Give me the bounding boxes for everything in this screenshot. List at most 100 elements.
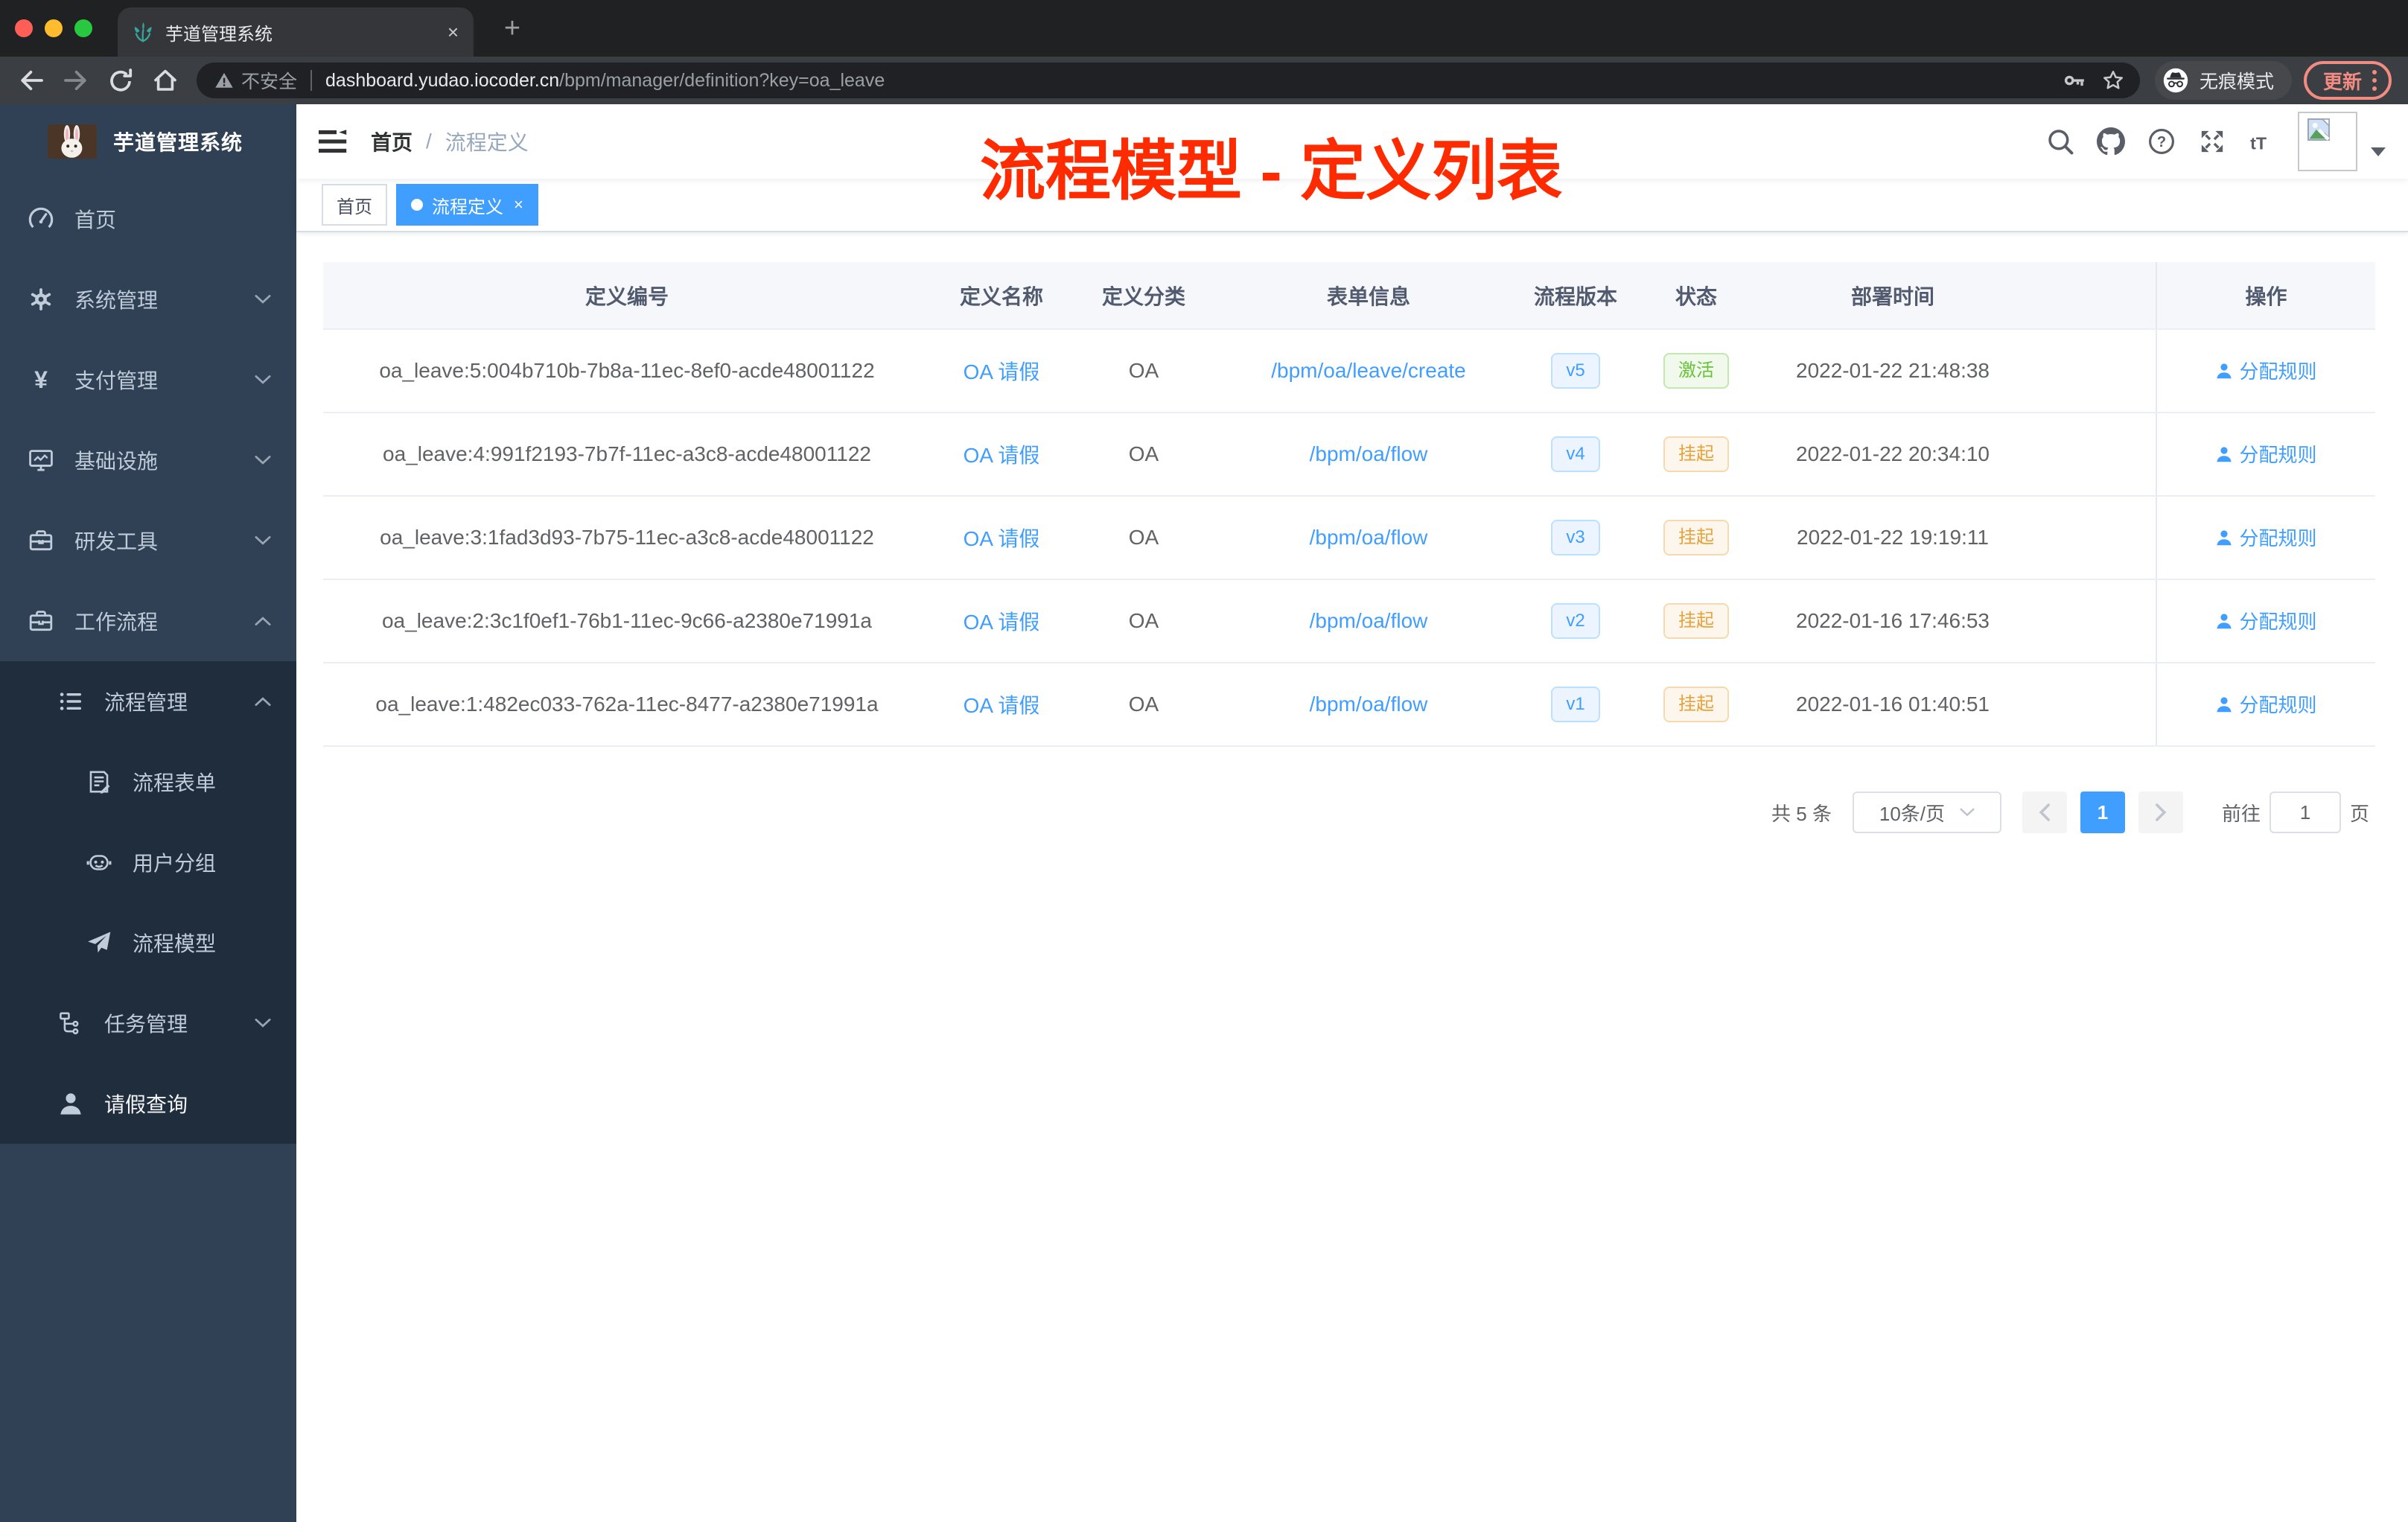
sidebar-item-user[interactable]: 请假查询	[0, 1063, 296, 1144]
sidebar-item-send[interactable]: 流程模型	[0, 902, 296, 983]
github-icon[interactable]	[2097, 127, 2125, 156]
app-title: 芋道管理系统	[113, 131, 243, 154]
cell-category: OA	[1072, 329, 1215, 413]
sidebar-item-monitor[interactable]: 基础设施	[0, 420, 296, 500]
home-icon[interactable]	[152, 67, 179, 94]
tag-close-icon[interactable]: ×	[514, 195, 523, 214]
cell-filler	[2022, 579, 2156, 663]
logo-rabbit-image	[48, 124, 97, 159]
back-icon[interactable]	[18, 67, 45, 94]
user-icon	[58, 1091, 83, 1116]
breadcrumb-home[interactable]: 首页	[371, 127, 413, 156]
col-header-3: 表单信息	[1215, 262, 1522, 330]
cell-deploy-time: 2022-01-16 01:40:51	[1763, 663, 2022, 747]
form-link[interactable]: /bpm/oa/flow	[1310, 692, 1428, 716]
sidebar-item-dashboard[interactable]: 首页	[0, 179, 296, 259]
col-header-4: 流程版本	[1522, 262, 1629, 330]
browser-update-button[interactable]: 更新	[2303, 61, 2392, 100]
assign-rule-button[interactable]: 分配规则	[2215, 357, 2317, 384]
security-warning-icon[interactable]	[214, 71, 234, 90]
url-path[interactable]: /bpm/manager/definition?key=oa_leave	[559, 70, 2048, 92]
toolbox-icon	[28, 528, 54, 553]
goto-page-input[interactable]	[2269, 792, 2341, 833]
sidebar-item-toolbox[interactable]: 研发工具	[0, 500, 296, 581]
browser-tab[interactable]: 芋道管理系统 ×	[118, 7, 474, 57]
prev-page-button[interactable]	[2022, 792, 2067, 833]
cell-definition-id: oa_leave:4:991f2193-7b7f-11ec-a3c8-acde4…	[323, 413, 931, 497]
browser-menu-icon[interactable]	[2372, 70, 2377, 91]
fullscreen-icon[interactable]	[2198, 127, 2226, 156]
sidebar-collapse-icon[interactable]	[319, 129, 347, 154]
form-link[interactable]: /bpm/oa/leave/create	[1271, 359, 1466, 382]
current-page-button[interactable]: 1	[2080, 792, 2125, 833]
form-link[interactable]: /bpm/oa/flow	[1310, 609, 1428, 632]
maximize-window-button[interactable]	[74, 19, 92, 37]
chevron-down-icon	[255, 375, 271, 385]
close-window-button[interactable]	[15, 19, 33, 37]
view-tag-0[interactable]: 首页	[322, 184, 387, 226]
url-bar[interactable]: 不安全 dashboard.yudao.iocoder.cn /bpm/mana…	[197, 63, 2140, 98]
broken-image-icon	[2307, 118, 2330, 141]
definition-name-link[interactable]: OA 请假	[963, 527, 1040, 550]
sidebar-item-list[interactable]: 流程管理	[0, 661, 296, 742]
navbar-actions: ? tT	[2024, 112, 2386, 171]
assign-rule-button[interactable]: 分配规则	[2215, 523, 2317, 551]
table-body: oa_leave:5:004b710b-7b8a-11ec-8ef0-acde4…	[323, 329, 2375, 747]
tab-close-icon[interactable]: ×	[447, 21, 459, 44]
form-link[interactable]: /bpm/oa/flow	[1310, 526, 1428, 549]
cell-definition-id: oa_leave:5:004b710b-7b8a-11ec-8ef0-acde4…	[323, 329, 931, 413]
reload-icon[interactable]	[107, 67, 134, 94]
sidebar-item-form[interactable]: 流程表单	[0, 742, 296, 822]
cell-filler	[2022, 496, 2156, 580]
help-icon[interactable]: ?	[2147, 127, 2176, 156]
assign-rule-button[interactable]: 分配规则	[2215, 440, 2317, 468]
view-tag-1[interactable]: 流程定义 ×	[396, 184, 538, 226]
definition-name-link[interactable]: OA 请假	[963, 694, 1040, 717]
window-controls[interactable]	[15, 19, 92, 37]
col-header-1: 定义名称	[931, 262, 1072, 330]
briefcase-icon	[28, 608, 54, 634]
dashboard-icon	[28, 206, 54, 232]
col-header-5: 状态	[1629, 262, 1763, 330]
page-unit-label: 页	[2349, 802, 2369, 825]
assign-rule-button[interactable]: 分配规则	[2215, 690, 2317, 718]
sidebar: 芋道管理系统 首页 系统管理 ¥ 支付管理 基础设施 研发工具 工作流程 流程管理 流程表单 用户…	[0, 104, 296, 1522]
sidebar-item-tree[interactable]: 任务管理	[0, 983, 296, 1063]
forward-icon[interactable]	[63, 67, 89, 94]
table-row: oa_leave:2:3c1f0ef1-76b1-11ec-9c66-a2380…	[323, 579, 2375, 663]
definition-name-link[interactable]: OA 请假	[963, 611, 1040, 634]
page-size-select[interactable]: 10条/页	[1852, 792, 2001, 833]
list-icon	[58, 689, 83, 714]
cell-definition-id: oa_leave:2:3c1f0ef1-76b1-11ec-9c66-a2380…	[323, 579, 931, 663]
avatar-dropdown-caret-icon[interactable]	[2371, 147, 2386, 156]
cell-deploy-time: 2022-01-22 20:34:10	[1763, 413, 2022, 497]
form-link[interactable]: /bpm/oa/flow	[1310, 442, 1428, 465]
security-label[interactable]: 不安全	[241, 67, 297, 94]
chevron-down-icon	[1960, 808, 1975, 817]
definition-name-link[interactable]: OA 请假	[963, 444, 1040, 467]
table-row: oa_leave:1:482ec033-762a-11ec-8477-a2380…	[323, 663, 2375, 747]
search-icon[interactable]	[2046, 127, 2074, 156]
app-logo[interactable]: 芋道管理系统	[0, 104, 296, 179]
status-badge: 挂起	[1663, 436, 1729, 472]
minimize-window-button[interactable]	[45, 19, 63, 37]
sidebar-item-yen[interactable]: ¥ 支付管理	[0, 340, 296, 420]
col-header-0: 定义编号	[323, 262, 931, 330]
bookmark-star-icon[interactable]	[2101, 69, 2125, 92]
gear-icon	[28, 287, 54, 312]
url-host[interactable]: dashboard.yudao.iocoder.cn	[325, 70, 559, 92]
col-header-6: 部署时间	[1763, 262, 2022, 330]
sidebar-item-gear[interactable]: 系统管理	[0, 259, 296, 340]
sidebar-item-briefcase[interactable]: 工作流程	[0, 581, 296, 661]
user-avatar[interactable]	[2298, 112, 2357, 171]
chevron-left-icon	[2039, 803, 2050, 821]
new-tab-button[interactable]: +	[494, 12, 530, 45]
font-size-icon[interactable]: tT	[2249, 127, 2277, 156]
password-key-icon[interactable]	[2063, 69, 2086, 92]
sidebar-item-robot[interactable]: 用户分组	[0, 822, 296, 902]
cell-category: OA	[1072, 663, 1215, 747]
definition-name-link[interactable]: OA 请假	[963, 360, 1040, 383]
next-page-button[interactable]	[2138, 792, 2183, 833]
cell-deploy-time: 2022-01-16 17:46:53	[1763, 579, 2022, 663]
assign-rule-button[interactable]: 分配规则	[2215, 607, 2317, 634]
